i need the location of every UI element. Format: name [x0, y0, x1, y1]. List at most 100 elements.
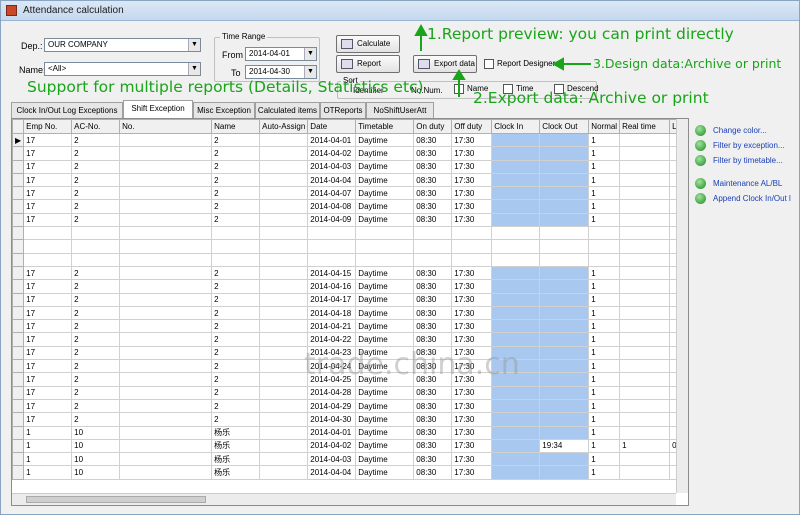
vertical-scrollbar[interactable]	[676, 119, 688, 493]
table-cell[interactable]	[588, 239, 621, 254]
table-cell[interactable]	[619, 186, 671, 201]
table-cell[interactable]	[619, 452, 671, 467]
table-row[interactable]: 17 2 2 2014-04-28 Daytime 08:30 17:30 1	[12, 385, 684, 400]
row-indicator[interactable]: ▶	[12, 132, 25, 148]
table-cell[interactable]: 17:30	[451, 412, 493, 427]
table-cell[interactable]: 2	[71, 372, 121, 387]
table-cell[interactable]	[259, 319, 309, 334]
table-cell[interactable]	[23, 226, 73, 241]
table-row[interactable]: 17 2 2 2014-04-22 Daytime 08:30 17:30 1	[12, 332, 684, 347]
table-cell[interactable]	[71, 226, 121, 241]
table-cell[interactable]: 2	[71, 146, 121, 161]
table-cell[interactable]	[619, 159, 671, 174]
table-cell[interactable]: 17	[23, 332, 73, 347]
table-cell[interactable]	[619, 199, 671, 214]
table-cell[interactable]: 17	[23, 172, 73, 188]
table-cell[interactable]	[491, 226, 541, 241]
row-indicator[interactable]	[12, 359, 25, 374]
table-cell[interactable]: 17	[23, 159, 73, 174]
table-cell[interactable]	[619, 265, 671, 281]
table-cell[interactable]: 17	[23, 186, 73, 201]
table-cell[interactable]: 1	[23, 425, 73, 440]
table-cell[interactable]	[619, 252, 671, 267]
table-cell[interactable]	[588, 226, 621, 241]
table-cell[interactable]	[259, 292, 309, 307]
table-cell[interactable]	[539, 319, 590, 334]
table-cell[interactable]: 08:30	[413, 425, 453, 440]
table-row[interactable]: 17 2 2 2014-04-09 Daytime 08:30 17:30 1	[12, 212, 684, 228]
table-cell[interactable]	[259, 332, 309, 347]
table-cell[interactable]	[119, 425, 213, 440]
column-header[interactable]: Date	[307, 119, 357, 134]
table-cell[interactable]: 2	[211, 412, 261, 427]
table-cell[interactable]: 10	[71, 438, 121, 454]
table-cell[interactable]: Daytime	[355, 412, 415, 427]
table-cell[interactable]: 2	[71, 279, 121, 294]
table-cell[interactable]: 17:30	[451, 385, 493, 400]
table-cell[interactable]	[259, 345, 309, 361]
table-row[interactable]	[12, 226, 684, 241]
table-cell[interactable]	[491, 438, 541, 454]
table-cell[interactable]	[491, 385, 541, 400]
table-cell[interactable]: 08:30	[413, 305, 453, 321]
table-cell[interactable]	[119, 319, 213, 334]
table-cell[interactable]	[619, 345, 671, 361]
table-row[interactable]: 17 2 2 2014-04-21 Daytime 08:30 17:30 1	[12, 319, 684, 334]
tab-shift-exception[interactable]: Shift Exception	[123, 100, 193, 118]
table-cell[interactable]: 17	[23, 132, 73, 148]
table-cell[interactable]	[491, 252, 541, 267]
table-cell[interactable]	[119, 212, 213, 228]
table-cell[interactable]: 2	[71, 345, 121, 361]
table-cell[interactable]: 1	[588, 172, 621, 188]
table-row[interactable]: 17 2 2 2014-04-30 Daytime 08:30 17:30 1	[12, 412, 684, 427]
table-cell[interactable]	[259, 239, 309, 254]
row-indicator[interactable]	[12, 172, 25, 188]
table-cell[interactable]: Daytime	[355, 438, 415, 454]
column-header[interactable]: On duty	[413, 119, 453, 134]
table-cell[interactable]: 2	[211, 199, 261, 214]
table-cell[interactable]	[539, 279, 590, 294]
table-cell[interactable]	[619, 412, 671, 427]
table-cell[interactable]	[259, 146, 309, 161]
table-cell[interactable]	[588, 252, 621, 267]
table-cell[interactable]: 2014-04-03	[307, 452, 357, 467]
table-cell[interactable]: 17:30	[451, 425, 493, 440]
row-indicator[interactable]	[12, 332, 25, 347]
table-cell[interactable]: 17	[23, 345, 73, 361]
table-cell[interactable]: 杨乐	[211, 452, 261, 467]
table-cell[interactable]: 10	[71, 465, 121, 480]
table-cell[interactable]: 17	[23, 199, 73, 214]
row-indicator[interactable]	[12, 212, 25, 228]
column-header[interactable]: Real time	[619, 119, 671, 134]
table-cell[interactable]	[451, 252, 493, 267]
row-indicator[interactable]	[12, 465, 25, 480]
table-cell[interactable]	[119, 372, 213, 387]
table-cell[interactable]: 1	[588, 452, 621, 467]
table-row[interactable]: 110杨乐2014-04-02Daytime08:3017:3019:34110…	[12, 438, 684, 454]
table-cell[interactable]: 1	[588, 265, 621, 281]
table-cell[interactable]	[259, 159, 309, 174]
table-cell[interactable]	[211, 239, 261, 254]
table-cell[interactable]: Daytime	[355, 172, 415, 188]
table-cell[interactable]: 2	[211, 372, 261, 387]
table-cell[interactable]	[491, 172, 541, 188]
table-cell[interactable]	[619, 359, 671, 374]
table-cell[interactable]: 17	[23, 372, 73, 387]
table-cell[interactable]	[539, 132, 590, 148]
table-cell[interactable]: 08:30	[413, 132, 453, 148]
row-indicator[interactable]	[12, 372, 25, 387]
table-cell[interactable]	[259, 265, 309, 281]
table-cell[interactable]: 2	[71, 265, 121, 281]
table-cell[interactable]: 17	[23, 279, 73, 294]
table-cell[interactable]: Daytime	[355, 385, 415, 400]
table-cell[interactable]	[619, 372, 671, 387]
table-cell[interactable]	[539, 212, 590, 228]
table-row[interactable]: 17 2 2 2014-04-18 Daytime 08:30 17:30 1	[12, 305, 684, 321]
table-cell[interactable]	[119, 412, 213, 427]
table-cell[interactable]: 1	[588, 146, 621, 161]
table-cell[interactable]: Daytime	[355, 146, 415, 161]
table-cell[interactable]	[119, 292, 213, 307]
row-indicator[interactable]	[12, 438, 25, 454]
table-cell[interactable]	[491, 265, 541, 281]
table-cell[interactable]: 08:30	[413, 465, 453, 480]
